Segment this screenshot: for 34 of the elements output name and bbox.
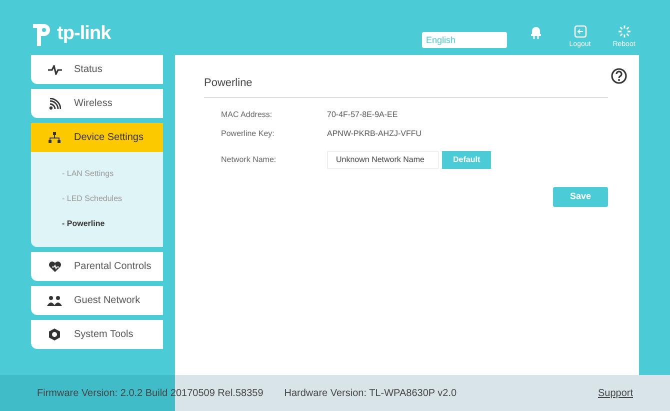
bulb-icon[interactable] bbox=[530, 25, 542, 39]
sidebar-label[interactable]: Device Settings bbox=[74, 130, 144, 145]
people-icon bbox=[47, 294, 62, 306]
sidebar-item[interactable]: Wireless bbox=[31, 89, 163, 118]
field-label: MAC Address: bbox=[221, 108, 274, 120]
hardware-version: Hardware Version: TL-WPA8630P v2.0 bbox=[284, 386, 457, 400]
gear-icon bbox=[47, 328, 62, 341]
section-title: Powerline bbox=[204, 75, 608, 98]
text-field[interactable]: Unknown Network Name bbox=[327, 150, 439, 168]
sidebar-item[interactable]: Parental Controls bbox=[31, 252, 163, 281]
wifi-icon bbox=[47, 98, 62, 110]
sidebar-item[interactable]: Guest Network bbox=[31, 286, 163, 315]
logout-icon[interactable] bbox=[574, 25, 586, 38]
field-value: APNW-PKRB-AHZJ-VFFU bbox=[327, 128, 422, 140]
sidebar-label[interactable]: Parental Controls bbox=[74, 259, 152, 274]
pulse-icon bbox=[47, 64, 62, 74]
field-label: Network Name: bbox=[221, 154, 278, 166]
submenu-item[interactable]: - Powerline bbox=[62, 218, 163, 231]
sidebar-label[interactable]: Wireless bbox=[74, 96, 112, 111]
logo-text: tp-link bbox=[57, 22, 111, 46]
heart-icon bbox=[47, 260, 62, 272]
help-icon[interactable] bbox=[611, 68, 627, 84]
spinner-icon[interactable] bbox=[618, 25, 630, 38]
sidebar-label[interactable]: System Tools bbox=[74, 327, 134, 342]
sidebar-label[interactable]: Guest Network bbox=[74, 293, 140, 308]
logo-icon bbox=[31, 21, 53, 48]
field-label: Powerline Key: bbox=[221, 128, 276, 140]
sidebar-item[interactable]: Device Settings bbox=[31, 123, 163, 152]
sidebar-item[interactable]: Status bbox=[31, 55, 163, 84]
network-icon bbox=[47, 132, 62, 144]
sidebar-item[interactable]: System Tools bbox=[31, 320, 163, 349]
sidebar-label[interactable]: Status bbox=[74, 62, 102, 77]
field-value: 70-4F-57-8E-9A-EE bbox=[327, 108, 398, 120]
support-link[interactable]: Support bbox=[598, 386, 633, 400]
